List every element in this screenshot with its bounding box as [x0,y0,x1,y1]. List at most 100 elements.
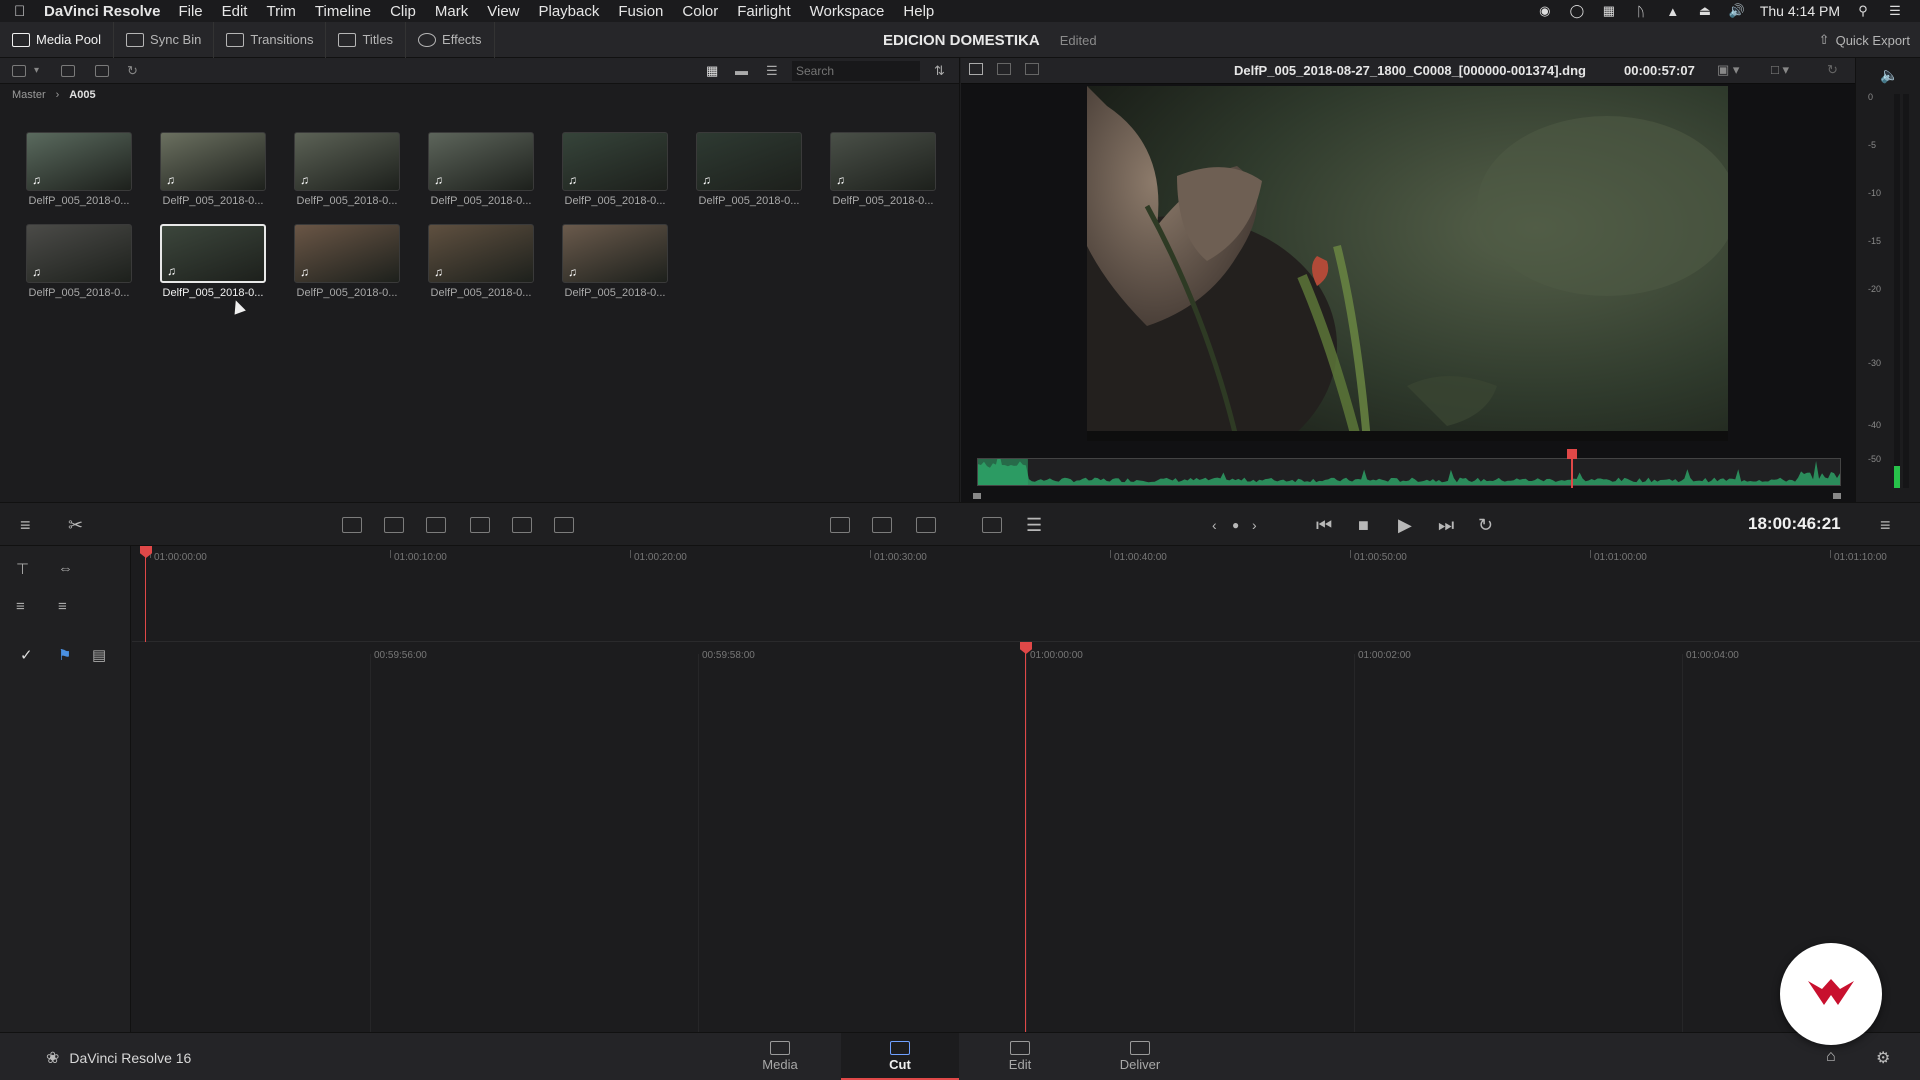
next-edit-icon[interactable]: › [1252,517,1257,533]
volume-icon[interactable]: 🔊 [1728,3,1746,18]
thumbnail-view-icon[interactable]: ▦ [706,64,722,77]
menu-mark[interactable]: Mark [435,3,468,20]
blade-scissors-icon[interactable]: ✂ [68,515,83,536]
lower-timeline[interactable]: 00:59:56:00 00:59:58:00 01:00:00:00 01:00:0… [132,642,1920,1032]
media-clip-thumbnail[interactable]: ♫ DelfP_005_2018-0... [428,132,534,212]
sidebar-toggle-icon[interactable] [12,64,26,77]
titles-button[interactable]: Titles [326,21,407,58]
lock-track-icon[interactable]: ▤ [92,646,114,664]
skip-to-end-icon[interactable]: ⏭ [1438,515,1454,536]
audio-track-icon[interactable]: ≡ [16,598,38,616]
media-clip-thumbnail[interactable]: ♫ DelfP_005_2018-0... [562,132,668,212]
scrollbar-zoom-icon[interactable]: ≡ [20,515,31,536]
media-clip-thumbnail[interactable]: ♫ DelfP_005_2018-0... [294,224,400,304]
menu-clip[interactable]: Clip [390,3,416,20]
source-overwrite-icon[interactable] [554,517,574,533]
menubar-clock[interactable]: Thu 4:14 PM [1760,3,1840,19]
menu-view[interactable]: View [487,3,519,20]
append-icon[interactable] [384,517,404,533]
wifi-icon[interactable]: ▲ [1664,4,1682,19]
media-clip-thumbnail[interactable]: ♫ DelfP_005_2018-0... [428,224,534,304]
speaker-icon[interactable]: 🔈 [1880,66,1899,84]
place-on-top-icon[interactable] [512,517,532,533]
media-pool-button[interactable]: Media Pool [0,21,115,58]
timeline-options-icon[interactable]: ⊤ [16,560,38,578]
tab-deliver[interactable]: Deliver [1081,1033,1199,1080]
menu-playback[interactable]: Playback [539,3,600,20]
creative-cloud-icon[interactable]: ◯ [1568,3,1586,18]
playhead-timecode[interactable]: 18:00:46:21 [1748,514,1841,534]
source-scrubber[interactable] [977,458,1841,486]
fast-review-icon[interactable] [830,517,850,533]
breadcrumb-master[interactable]: Master [12,89,46,101]
menu-edit[interactable]: Edit [222,3,248,20]
prev-edit-icon[interactable]: ‹ [1212,517,1217,533]
upper-timeline[interactable]: 01:00:00:00 01:00:10:00 01:00:20:00 01:00:3… [132,546,1920,642]
loop-options-icon[interactable]: ↻ [1827,62,1838,78]
notification-center-icon[interactable]: ☰ [1886,3,1904,18]
sync-bin-button[interactable]: Sync Bin [114,21,215,58]
menu-workspace[interactable]: Workspace [810,3,885,20]
media-clip-thumbnail[interactable]: ♫ DelfP_005_2018-0... [696,132,802,212]
media-clip-thumbnail[interactable]: ♫ DelfP_005_2018-0... [26,132,132,212]
media-clip-thumbnail[interactable]: ♫ DelfP_005_2018-0... [160,132,266,212]
safe-area-icon[interactable]: ▣ ▾ [1717,62,1739,78]
menu-color[interactable]: Color [682,3,718,20]
strip-view-icon[interactable]: ▬ [735,64,751,77]
dual-monitor-icon[interactable] [916,517,936,533]
timeline-mode-icon[interactable] [1025,63,1039,75]
menu-trim[interactable]: Trim [266,3,295,20]
import-folder-icon[interactable] [95,64,110,77]
settings-gear-icon[interactable]: ⚙ [1876,1048,1890,1068]
transitions-button[interactable]: Transitions [214,21,327,58]
match-frame-icon[interactable] [872,517,892,533]
source-clip-mode-icon[interactable] [969,63,983,75]
menu-fusion[interactable]: Fusion [618,3,663,20]
viewer-layout-icon[interactable]: □ ▾ [1771,62,1789,78]
loop-icon[interactable]: ↻ [1478,515,1493,536]
viewer-settings-icon[interactable]: ☰ [1026,515,1042,536]
viewer-mode-icon[interactable] [982,517,1002,533]
media-clip-thumbnail[interactable]: ♫ DelfP_005_2018-0... [160,224,266,304]
stop-icon[interactable]: ■ [1358,515,1369,536]
menu-help[interactable]: Help [903,3,934,20]
effects-button[interactable]: Effects [406,21,495,58]
spotlight-search-icon[interactable]: ⚲ [1854,3,1872,18]
apple-icon[interactable]:  [14,3,44,20]
ripple-overwrite-icon[interactable] [426,517,446,533]
list-view-icon[interactable]: ☰ [766,64,782,77]
quick-export-button[interactable]: ⇧ Quick Export [1819,22,1910,58]
trim-mode-icon[interactable]: ⇔ [58,560,80,578]
sort-icon[interactable]: ⇅ [934,64,950,77]
audio-levels-icon[interactable]: ≡ [58,598,80,616]
chevron-down-icon[interactable]: ▾ [34,65,39,76]
tab-edit[interactable]: Edit [961,1033,1079,1080]
scrub-out-handle[interactable] [1833,493,1841,499]
media-clip-thumbnail[interactable]: ♫ DelfP_005_2018-0... [562,224,668,304]
close-up-icon[interactable] [470,517,490,533]
import-media-icon[interactable] [61,64,76,77]
tab-media[interactable]: Media [721,1033,839,1080]
refresh-icon[interactable]: ↻ [127,63,138,79]
media-search-input[interactable] [792,61,920,81]
options-menu-icon[interactable]: ≡ [1880,515,1891,536]
app-menu[interactable]: DaVinci Resolve [44,3,160,20]
menu-timeline[interactable]: Timeline [315,3,371,20]
drive-icon[interactable]: ▦ [1600,3,1618,18]
scrub-in-handle[interactable] [973,493,981,499]
play-icon[interactable]: ▶ [1398,515,1412,536]
menu-file[interactable]: File [178,3,202,20]
record-icon[interactable]: ◉ [1536,3,1554,18]
snapping-icon[interactable]: ✓ [20,646,42,664]
media-clip-thumbnail[interactable]: ♫ DelfP_005_2018-0... [26,224,132,304]
breadcrumb-current-bin[interactable]: A005 [69,89,95,101]
menu-fairlight[interactable]: Fairlight [737,3,790,20]
source-tape-mode-icon[interactable] [997,63,1011,75]
marker-dot-icon[interactable]: ● [1232,518,1239,532]
bluetooth-icon[interactable]: ᚢ [1632,4,1650,19]
eject-icon[interactable]: ⏏ [1696,3,1714,18]
tab-cut[interactable]: Cut [841,1033,959,1080]
media-clip-thumbnail[interactable]: ♫ DelfP_005_2018-0... [830,132,936,212]
skip-to-start-icon[interactable]: ⏮ [1316,515,1332,536]
home-icon[interactable]: ⌂ [1826,1048,1836,1066]
